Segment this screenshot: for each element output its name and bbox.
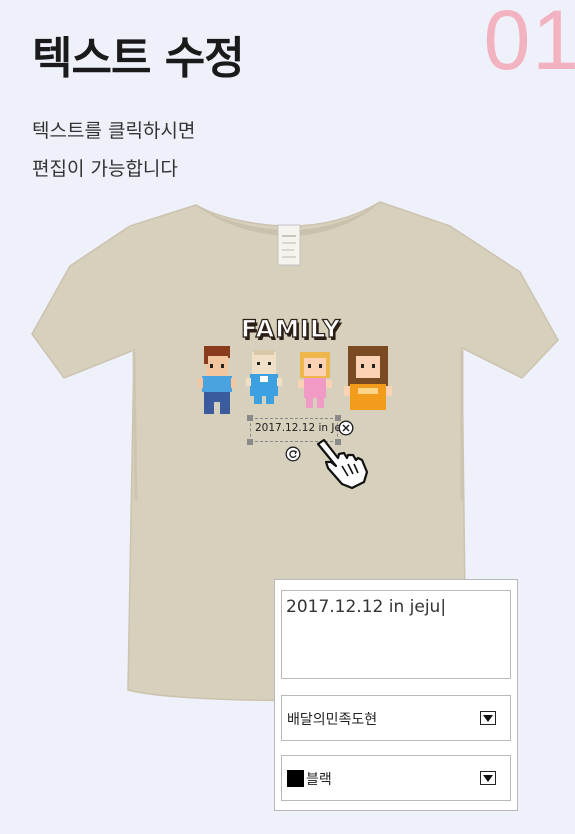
text-editor-panel: 2017.12.12 in jeju| 배달의민족도현 블랙 [274, 579, 518, 811]
color-swatch [287, 770, 304, 787]
resize-handle-bottom-left[interactable] [247, 439, 253, 445]
family-logo-text: FAMILY [241, 315, 341, 343]
color-select-value: 블랙 [306, 772, 332, 788]
rotate-icon[interactable] [285, 446, 301, 462]
dropdown-arrow-icon[interactable] [480, 711, 496, 725]
character-mom [344, 346, 392, 410]
resize-handle-top-left[interactable] [247, 415, 253, 421]
dropdown-arrow-icon[interactable] [480, 771, 496, 785]
character-dad [198, 346, 236, 414]
font-select[interactable]: 배달의민족도현 [281, 695, 511, 741]
family-logo: FAMILY FAMILY [240, 315, 342, 346]
character-baby [246, 350, 282, 404]
font-select-value: 배달의민족도현 [287, 712, 378, 728]
text-input[interactable]: 2017.12.12 in jeju| [281, 590, 511, 679]
hand-pointer-icon [316, 438, 369, 490]
character-girl [298, 352, 332, 408]
color-select[interactable]: 블랙 [281, 755, 511, 801]
pixel-family-art [198, 346, 392, 414]
